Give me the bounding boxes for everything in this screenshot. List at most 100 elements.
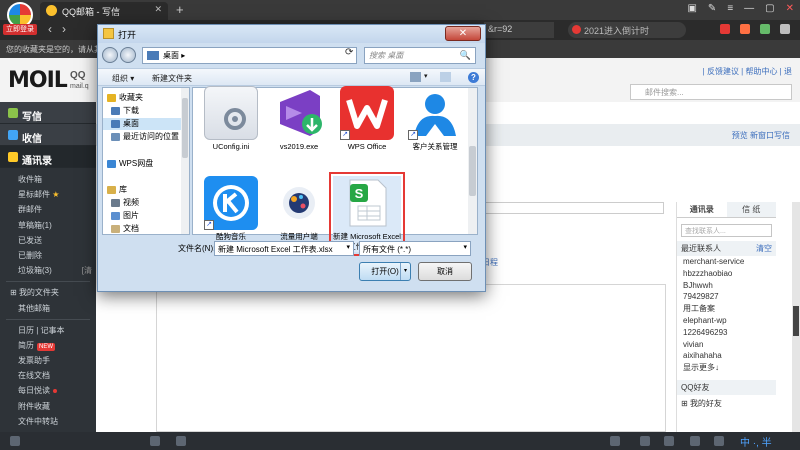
sidebar-item-attachments[interactable]: 附件收藏 xyxy=(0,399,96,414)
shop-icon[interactable]: ▣ xyxy=(687,3,696,14)
file-item-uconfig[interactable]: UConfig.ini xyxy=(197,86,265,152)
contact-item[interactable]: merchant-service xyxy=(677,256,776,268)
file-item-kugou[interactable]: ↗ 酷狗音乐 xyxy=(197,176,265,242)
refresh-icon[interactable]: ⟳ xyxy=(345,47,353,58)
nav-item-library[interactable]: 库 xyxy=(103,184,127,196)
nav-item-desktop[interactable]: 桌面 xyxy=(103,118,181,130)
dialog-search-input[interactable]: 搜索 桌面 🔍 xyxy=(364,47,476,64)
dialog-close-button[interactable]: ✕ xyxy=(445,26,481,41)
sidebar-item-other-mailbox[interactable]: 其他邮箱 xyxy=(0,301,96,316)
preview-links[interactable]: 预览 新窗口写信 xyxy=(732,130,790,141)
contact-item[interactable]: vivian xyxy=(677,339,776,351)
sidebar-item-drafts[interactable]: 草稿箱(1) xyxy=(0,218,96,233)
tab-stationery[interactable]: 信 纸 xyxy=(726,202,776,217)
browser-logo[interactable]: 立即登录 xyxy=(3,2,37,35)
sidebar-item-group[interactable]: 群邮件 xyxy=(0,202,96,217)
maximize-icon[interactable]: ▢ xyxy=(765,3,774,14)
tab-close-icon[interactable]: ✕ xyxy=(154,4,162,15)
help-icon[interactable]: ? xyxy=(468,72,479,83)
organize-button[interactable]: 组织 ▾ xyxy=(112,73,134,84)
mail-body-editor[interactable] xyxy=(156,284,666,432)
app-icon[interactable] xyxy=(150,436,160,446)
nav-item-downloads[interactable]: 下载 xyxy=(103,105,139,117)
nav-item-wps-cloud[interactable]: WPS网盘 xyxy=(103,158,153,170)
nav-scrollbar-thumb[interactable] xyxy=(182,98,188,158)
sidebar-item-my-folders[interactable]: ⊞ 我的文件夹 xyxy=(0,285,96,300)
open-button[interactable]: 打开(O) ▾ xyxy=(359,262,411,281)
page-scrollbar[interactable] xyxy=(792,202,800,432)
menu-icon[interactable]: ≡ xyxy=(727,3,733,14)
nav-scrollbar[interactable] xyxy=(181,88,189,234)
clear-trash-link[interactable]: [清 xyxy=(82,263,92,278)
nav-item-documents[interactable]: 文档 xyxy=(103,223,139,235)
game-icon[interactable] xyxy=(720,24,730,34)
extension-icon[interactable] xyxy=(760,24,770,34)
app-icon[interactable] xyxy=(176,436,186,446)
file-list-scrollbar-thumb[interactable] xyxy=(469,146,476,196)
new-folder-button[interactable]: 新建文件夹 xyxy=(152,73,192,84)
back-icon[interactable]: ‹ xyxy=(48,22,52,36)
tray-icon[interactable] xyxy=(640,436,650,446)
contact-item[interactable]: BJhwwh xyxy=(677,280,776,292)
skin-icon[interactable]: ✎ xyxy=(708,3,716,14)
nav-item-videos[interactable]: 视频 xyxy=(103,197,139,209)
tab-contacts[interactable]: 通讯录 xyxy=(677,202,727,217)
tray-icon[interactable] xyxy=(610,436,620,446)
inbox-button[interactable]: 收信 xyxy=(0,124,96,146)
subject-input[interactable] xyxy=(466,202,664,214)
contact-search-input[interactable]: 查找联系人... xyxy=(681,224,772,237)
sidebar-item-starred[interactable]: 星标邮件 ★ xyxy=(0,187,96,202)
browser-search-input[interactable]: 2021进入倒计时 xyxy=(568,22,686,38)
tray-icon[interactable] xyxy=(714,436,724,446)
nav-item-favorites[interactable]: 收藏夹 xyxy=(103,92,143,104)
file-item-crm[interactable]: ↗ 客户关系管理 xyxy=(401,86,469,152)
chevron-down-icon[interactable]: ▾ xyxy=(346,243,350,251)
open-options-icon[interactable]: ▾ xyxy=(400,263,410,280)
ime-indicator[interactable]: 中 ·, 半 xyxy=(740,434,772,449)
nav-item-pictures[interactable]: 图片 xyxy=(103,210,139,222)
close-window-icon[interactable]: ✕ xyxy=(786,3,794,14)
sidebar-item-resume[interactable]: 简历 NEW xyxy=(0,338,96,353)
back-icon[interactable] xyxy=(102,47,118,63)
login-button[interactable]: 立即登录 xyxy=(3,24,37,35)
sidebar-item-sent[interactable]: 已发送 xyxy=(0,233,96,248)
url-input[interactable]: &r=92 xyxy=(484,22,554,38)
tray-icon[interactable] xyxy=(664,436,674,446)
view-dropdown-icon[interactable]: ▾ xyxy=(424,72,428,80)
more-icon[interactable] xyxy=(780,24,790,34)
sidebar-item-deleted[interactable]: 已删除 xyxy=(0,248,96,263)
contact-item[interactable]: 79429827 xyxy=(677,291,776,303)
filename-input[interactable]: 新建 Microsoft Excel 工作表.xlsx ▾ xyxy=(214,241,354,256)
contact-item[interactable]: 1226496293 xyxy=(677,327,776,339)
scrollbar-thumb[interactable] xyxy=(793,306,799,336)
cancel-button[interactable]: 取消 xyxy=(418,262,472,281)
sidebar-item-docs[interactable]: 在线文档 xyxy=(0,368,96,383)
dialog-title-bar[interactable]: 打开 ✕ xyxy=(98,25,485,43)
my-friends-group[interactable]: ⊞ 我的好友 xyxy=(677,395,776,412)
show-more-link[interactable]: 显示更多↓ xyxy=(677,362,776,374)
contact-item[interactable]: aixihahaha xyxy=(677,350,776,362)
filetype-select[interactable]: 所有文件 (*.*) ▾ xyxy=(359,241,471,256)
path-breadcrumb[interactable]: 桌面 ▸ xyxy=(142,47,357,64)
minimize-icon[interactable]: — xyxy=(744,3,754,14)
tab-qq-mail[interactable]: QQ邮箱 - 写信 ✕ xyxy=(40,2,168,20)
mail-logo[interactable]: MOIL xyxy=(8,68,68,93)
contact-item[interactable]: 用工备案 xyxy=(677,303,776,315)
contact-item[interactable]: elephant-wp xyxy=(677,315,776,327)
sidebar-item-inbox[interactable]: 收件箱 xyxy=(0,172,96,187)
sidebar-item-invoice[interactable]: 发票助手 xyxy=(0,353,96,368)
forward-icon[interactable]: › xyxy=(62,22,66,36)
sidebar-item-calendar[interactable]: 日历 | 记事本 xyxy=(0,323,96,338)
view-options-icon[interactable] xyxy=(410,72,421,82)
new-tab-button[interactable]: + xyxy=(176,2,184,17)
tray-icon[interactable] xyxy=(690,436,700,446)
file-item-vs2019[interactable]: vs2019.exe xyxy=(265,86,333,152)
cut-icon[interactable] xyxy=(740,24,750,34)
top-links[interactable]: | 反馈建议 | 帮助中心 | 退 xyxy=(703,66,792,77)
contact-item[interactable]: hbzzzhaobiao xyxy=(677,268,776,280)
contacts-button[interactable]: 通讯录 xyxy=(0,146,96,168)
sidebar-item-daily-read[interactable]: 每日悦读 xyxy=(0,383,96,398)
sidebar-item-trash[interactable]: 垃圾箱(3) [清 xyxy=(0,263,96,278)
compose-button[interactable]: 写信 xyxy=(0,102,96,124)
nav-item-recent[interactable]: 最近访问的位置 xyxy=(103,131,179,143)
